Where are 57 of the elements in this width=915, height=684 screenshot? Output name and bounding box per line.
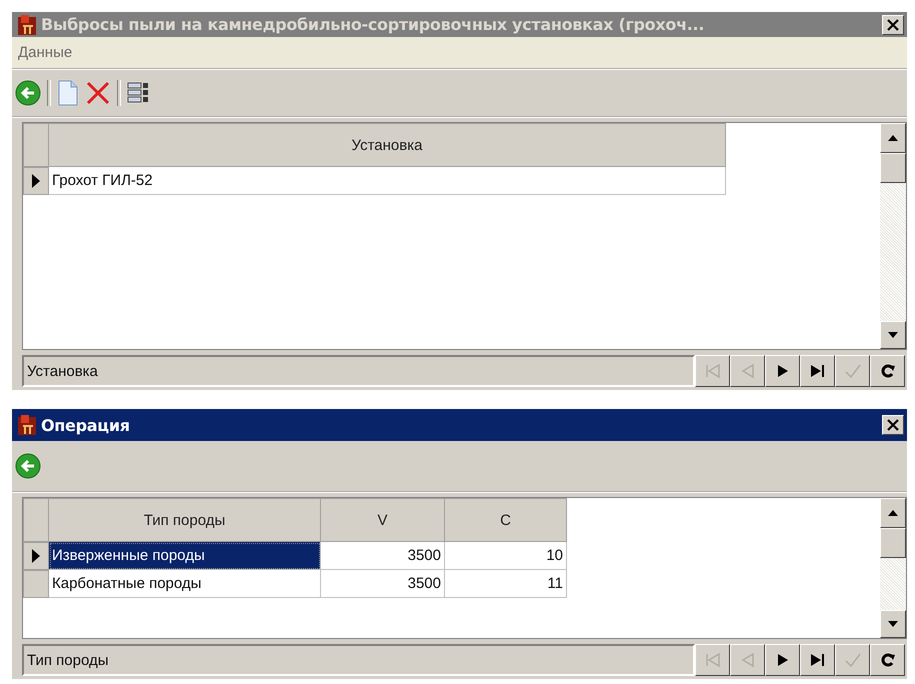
skip-forward-icon	[808, 652, 826, 668]
current-row-icon	[31, 549, 41, 563]
next-record-button[interactable]	[765, 355, 800, 387]
refresh-button[interactable]	[870, 355, 905, 387]
table-cell: 10	[445, 542, 567, 570]
scrollbar[interactable]	[880, 498, 906, 638]
down-arrow-icon	[888, 621, 898, 627]
refresh-button[interactable]	[870, 644, 905, 676]
refresh-icon	[878, 363, 896, 379]
columns-icon	[127, 81, 149, 105]
last-record-button[interactable]	[800, 355, 835, 387]
next-record-button[interactable]	[765, 644, 800, 676]
scroll-down-button[interactable]	[880, 610, 906, 638]
status-field: Установка	[22, 355, 695, 387]
menu-item[interactable]: Данные	[18, 44, 72, 61]
column-header[interactable]: Установка	[49, 123, 726, 167]
table-cell: 3500	[321, 542, 445, 570]
delete-icon	[85, 80, 111, 106]
column-header[interactable]: V	[321, 498, 445, 542]
up-arrow-icon	[888, 510, 898, 516]
app-icon	[15, 414, 37, 436]
skip-forward-icon	[808, 363, 826, 379]
status-field: Тип породы	[22, 644, 695, 676]
scroll-up-button[interactable]	[880, 498, 906, 528]
scroll-thumb[interactable]	[880, 153, 906, 183]
back-button[interactable]	[15, 453, 41, 479]
table-cell: 3500	[321, 570, 445, 598]
table-cell: Грохот ГИЛ-52	[49, 167, 726, 195]
columns-button[interactable]	[127, 81, 149, 105]
new-document-icon	[57, 80, 79, 106]
current-row-icon	[31, 174, 41, 188]
check-icon	[844, 363, 862, 379]
column-header[interactable]: Тип породы	[49, 498, 321, 542]
column-header[interactable]: C	[445, 498, 567, 542]
scroll-up-button[interactable]	[880, 123, 906, 153]
up-arrow-icon	[888, 135, 898, 141]
last-record-button[interactable]	[800, 644, 835, 676]
refresh-icon	[878, 652, 896, 668]
close-icon	[887, 419, 899, 431]
down-arrow-icon	[888, 332, 898, 338]
table-cell: Изверженные породы	[49, 542, 321, 570]
app-icon	[15, 14, 37, 36]
table-cell: Карбонатные породы	[49, 570, 321, 598]
scroll-down-button[interactable]	[880, 321, 906, 349]
delete-button[interactable]	[85, 80, 111, 106]
scroll-thumb[interactable]	[880, 528, 906, 558]
window-title: Выбросы пыли на камнедробильно-сортировочных установках (грохоч...	[41, 15, 706, 34]
back-button[interactable]	[15, 80, 41, 106]
scrollbar[interactable]	[880, 123, 906, 349]
skip-back-icon	[704, 652, 722, 668]
window-title: Операция	[41, 416, 131, 434]
close-button[interactable]	[882, 415, 904, 435]
close-icon	[887, 18, 899, 30]
close-button[interactable]	[882, 14, 904, 34]
table-cell: 11	[445, 570, 567, 598]
skip-back-icon	[704, 363, 722, 379]
check-icon	[844, 652, 862, 668]
